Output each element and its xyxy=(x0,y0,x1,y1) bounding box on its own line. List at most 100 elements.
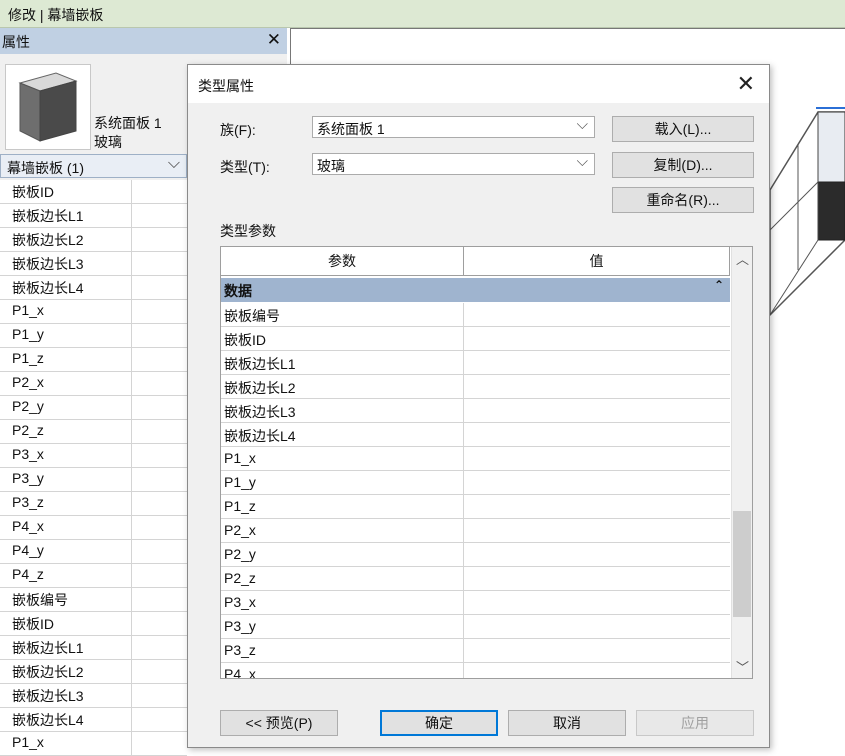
property-row[interactable]: 嵌板边长L2 xyxy=(0,660,187,684)
property-row[interactable]: P1_z xyxy=(0,348,187,372)
chevron-down-icon: ⌵ xyxy=(167,155,180,172)
parameter-row[interactable]: 嵌板ID xyxy=(221,327,730,351)
column-divider xyxy=(131,708,132,732)
property-row[interactable]: P2_z xyxy=(0,420,187,444)
property-row[interactable]: 嵌板边长L3 xyxy=(0,252,187,276)
column-divider xyxy=(463,399,464,423)
apply-button[interactable]: 应用 xyxy=(636,710,754,736)
parameter-label: 嵌板边长L4 xyxy=(224,428,296,444)
property-row[interactable]: P4_x xyxy=(0,516,187,540)
column-divider xyxy=(463,303,464,327)
property-row[interactable]: 嵌板边长L3 xyxy=(0,684,187,708)
instance-parameter-list: 嵌板ID 嵌板边长L1 嵌板边长L2 嵌板边长L3 嵌板边长L4 P1_x P1_y P1_z… xyxy=(0,180,187,756)
parameter-row[interactable]: P2_x xyxy=(221,519,730,543)
parameter-row[interactable]: 嵌板编号 xyxy=(221,303,730,327)
preview-button[interactable]: << 预览(P) xyxy=(220,710,338,736)
column-divider xyxy=(131,612,132,636)
parameter-label: 嵌板边长L3 xyxy=(224,404,296,420)
dialog-titlebar xyxy=(188,65,769,103)
property-row[interactable]: P2_y xyxy=(0,396,187,420)
family-dropdown[interactable]: 系统面板 1 ⌵ xyxy=(312,116,595,138)
instance-filter-dropdown[interactable]: 幕墙嵌板 (1) ⌵ xyxy=(0,154,187,178)
property-label: P2_z xyxy=(12,422,44,438)
parameter-label: P1_y xyxy=(224,474,256,490)
close-icon[interactable]: ✕ xyxy=(267,30,281,50)
parameter-row[interactable]: 嵌板边长L4 xyxy=(221,423,730,447)
properties-title: 属性 xyxy=(2,34,30,50)
parameter-row[interactable]: 嵌板边长L2 xyxy=(221,375,730,399)
property-label: 嵌板编号 xyxy=(12,592,68,608)
property-row[interactable]: P1_x xyxy=(0,300,187,324)
curtain-panel-3d-view[interactable] xyxy=(760,100,845,330)
property-row[interactable]: 嵌板边长L2 xyxy=(0,228,187,252)
parameter-row[interactable]: 嵌板边长L1 xyxy=(221,351,730,375)
rename-button[interactable]: 重命名(R)... xyxy=(612,187,754,213)
column-divider xyxy=(131,372,132,396)
property-row[interactable]: 嵌板编号 xyxy=(0,588,187,612)
property-label: P1_z xyxy=(12,350,44,366)
parameter-row[interactable]: P2_y xyxy=(221,543,730,567)
scroll-down-icon[interactable]: ﹀ xyxy=(736,657,749,676)
parameter-row[interactable]: P3_z xyxy=(221,639,730,663)
collapse-icon[interactable]: ⌃ xyxy=(714,278,724,292)
property-row[interactable]: P3_z xyxy=(0,492,187,516)
property-row[interactable]: P3_y xyxy=(0,468,187,492)
property-label: P2_x xyxy=(12,374,44,390)
property-row[interactable]: 嵌板边长L4 xyxy=(0,276,187,300)
parameter-row[interactable]: P1_x xyxy=(221,447,730,471)
parameter-row[interactable]: P2_z xyxy=(221,567,730,591)
parameter-row[interactable]: P1_y xyxy=(221,471,730,495)
property-label: P3_y xyxy=(12,470,44,486)
column-divider xyxy=(463,615,464,639)
column-divider xyxy=(463,471,464,495)
property-row[interactable]: P2_x xyxy=(0,372,187,396)
column-header-parameter[interactable]: 参数 xyxy=(221,247,464,275)
property-row[interactable]: P4_y xyxy=(0,540,187,564)
column-divider xyxy=(131,252,132,276)
cancel-button[interactable]: 取消 xyxy=(508,710,626,736)
column-divider xyxy=(463,495,464,519)
property-row[interactable]: P3_x xyxy=(0,444,187,468)
type-properties-dialog: 类型属性 ✕ 族(F): 系统面板 1 ⌵ 载入(L)... 类型(T): 玻璃… xyxy=(187,64,770,748)
column-divider xyxy=(131,588,132,612)
type-value: 玻璃 xyxy=(317,158,345,174)
property-label: 嵌板边长L1 xyxy=(12,640,84,656)
property-label: P1_y xyxy=(12,326,44,342)
property-row[interactable]: P1_y xyxy=(0,324,187,348)
column-divider xyxy=(131,564,132,588)
parameter-row[interactable]: P3_x xyxy=(221,591,730,615)
column-divider xyxy=(463,351,464,375)
column-divider xyxy=(131,732,132,756)
parameter-row[interactable]: P4_x xyxy=(221,663,730,679)
parameter-row[interactable]: 嵌板边长L3 xyxy=(221,399,730,423)
parameter-row[interactable]: P3_y xyxy=(221,615,730,639)
column-divider xyxy=(463,447,464,471)
parameter-row[interactable]: P1_z xyxy=(221,495,730,519)
property-row[interactable]: 嵌板边长L1 xyxy=(0,204,187,228)
load-button[interactable]: 载入(L)... xyxy=(612,116,754,142)
group-header-data[interactable]: 数据 ⌃ xyxy=(221,278,730,302)
property-row[interactable]: P1_x xyxy=(0,732,187,756)
context-tab-title: 修改 | 幕墙嵌板 xyxy=(0,0,845,28)
property-row[interactable]: 嵌板边长L4 xyxy=(0,708,187,732)
parameter-label: 嵌板边长L1 xyxy=(224,356,296,372)
property-row[interactable]: P4_z xyxy=(0,564,187,588)
table-header: 参数 值 xyxy=(221,247,730,276)
column-divider xyxy=(131,204,132,228)
duplicate-button[interactable]: 复制(D)... xyxy=(612,152,754,178)
parameter-label: P4_x xyxy=(224,666,256,679)
close-icon[interactable]: ✕ xyxy=(737,69,755,99)
column-divider xyxy=(463,375,464,399)
column-header-value[interactable]: 值 xyxy=(464,247,730,275)
ok-button[interactable]: 确定 xyxy=(380,710,498,736)
property-row[interactable]: 嵌板ID xyxy=(0,612,187,636)
scroll-up-icon[interactable]: ︿ xyxy=(736,249,749,268)
scrollbar-thumb[interactable] xyxy=(733,511,751,617)
vertical-scrollbar[interactable]: ︿ ﹀ xyxy=(731,247,752,678)
column-divider xyxy=(131,180,132,204)
type-dropdown[interactable]: 玻璃 ⌵ xyxy=(312,153,595,175)
column-divider xyxy=(131,420,132,444)
property-row[interactable]: 嵌板边长L1 xyxy=(0,636,187,660)
view-border xyxy=(290,28,845,29)
property-row[interactable]: 嵌板ID xyxy=(0,180,187,204)
